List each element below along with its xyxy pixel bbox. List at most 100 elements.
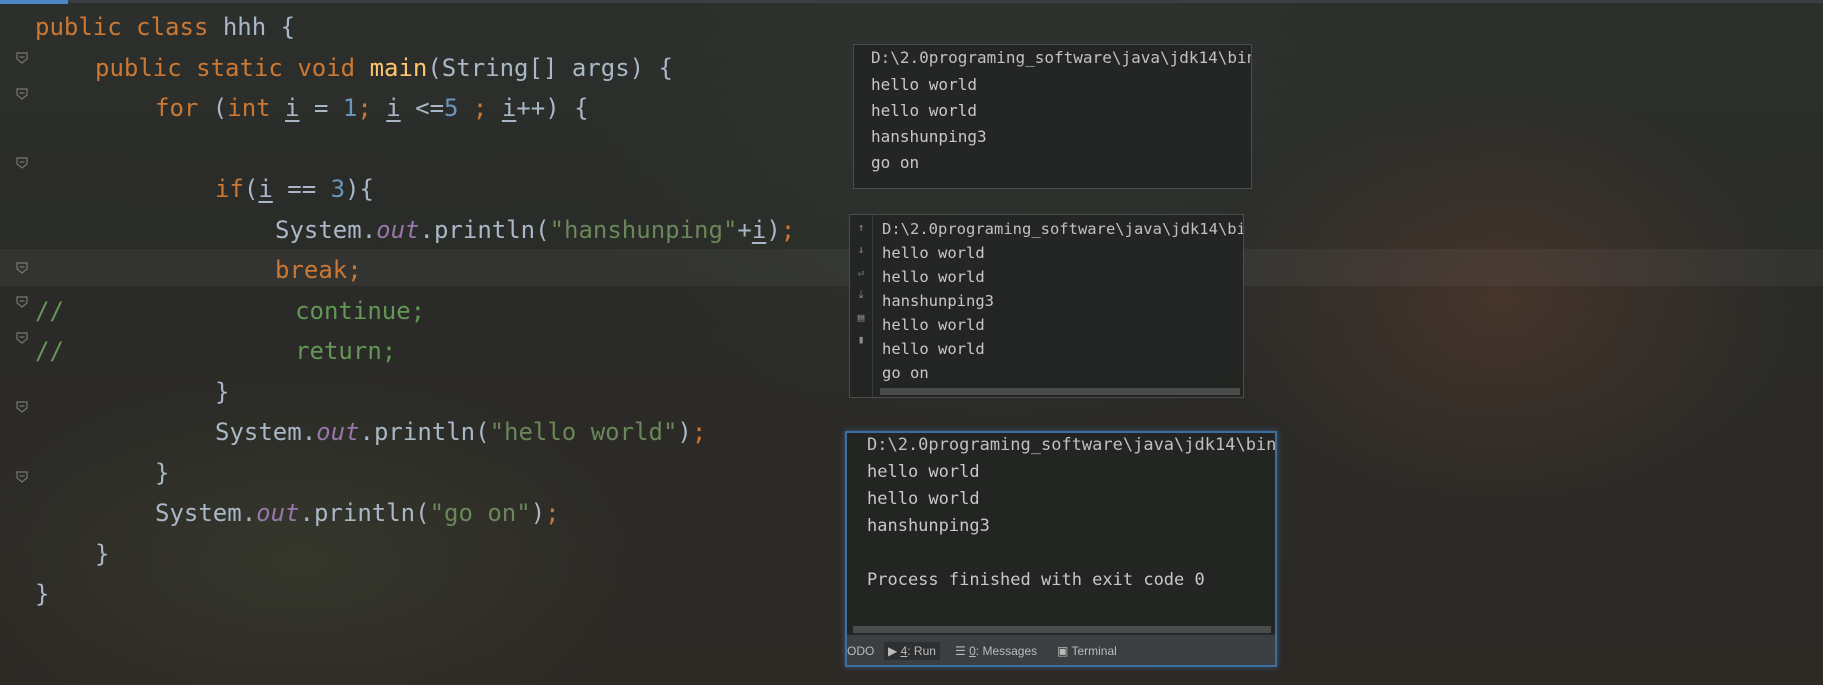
code-token: 3 <box>330 175 346 203</box>
console-path: D:\2.0programing_software\java\jdk14\bin… <box>882 220 1244 238</box>
tool-window-bar: ODO ▶ 4: Run ☰ 0: Messages ▣ Terminal <box>847 634 1275 665</box>
terminal-icon: ▣ <box>1057 644 1072 658</box>
code-line[interactable]: System.out.println("go on"); <box>155 495 560 531</box>
code-token: void <box>297 53 370 82</box>
fold-icon[interactable] <box>14 86 30 102</box>
console-line: hello world <box>882 244 985 262</box>
console-line: hello world <box>882 268 985 286</box>
code-token: main <box>369 53 428 82</box>
console-line: hanshunping3 <box>871 127 987 146</box>
code-token: 5 <box>444 94 459 122</box>
code-token: ; <box>691 418 707 446</box>
console-line: hello world <box>867 489 980 509</box>
code-token: // continue; <box>35 296 426 325</box>
code-token: + <box>737 215 752 244</box>
code-line[interactable]: public static void main(String[] args) { <box>95 50 673 86</box>
tab-messages[interactable]: ☰ 0: Messages <box>955 642 1037 660</box>
tab-run-label: : Run <box>907 644 936 658</box>
code-line[interactable]: break; <box>275 252 362 288</box>
print-icon[interactable]: ▤ <box>854 311 868 325</box>
fold-icon[interactable] <box>14 50 30 66</box>
console-line: hello world <box>867 462 980 482</box>
code-token: .println( <box>359 418 490 446</box>
code-token: .println( <box>419 215 550 244</box>
code-token: ; <box>357 94 387 122</box>
code-token: ) <box>677 418 692 446</box>
code-line[interactable]: public class hhh { <box>35 9 295 45</box>
code-token: // return; <box>35 337 397 365</box>
console-output-return: D:\2.0programing_software\java\jdk14\bin… <box>845 431 1277 667</box>
messages-icon: ☰ <box>955 644 970 658</box>
console-line: hanshunping3 <box>882 292 994 310</box>
scroll-up-icon[interactable]: ↑ <box>854 221 868 235</box>
code-line[interactable]: for (int i = 1; i <=5 ; i++) { <box>155 90 589 126</box>
code-token: (String[] args) { <box>427 53 673 82</box>
code-token: ; <box>458 94 502 122</box>
code-token: ; <box>780 215 796 244</box>
code-token: if <box>215 175 244 203</box>
tab-messages-label: : Messages <box>975 644 1038 658</box>
tab-run[interactable]: ▶ 4: Run <box>884 642 940 660</box>
fold-icon[interactable] <box>14 330 30 346</box>
console-path: D:\2.0programing_software\java\jdk14\bin <box>871 48 1252 67</box>
code-line[interactable]: // return; <box>35 333 396 369</box>
code-token: 1 <box>342 94 358 122</box>
code-token: System. <box>275 215 377 244</box>
fold-icon[interactable] <box>14 260 30 276</box>
tab-messages-number: 0 <box>969 644 976 658</box>
code-line[interactable]: // continue; <box>35 293 425 329</box>
code-token: = <box>299 94 343 122</box>
code-token: i <box>386 94 401 122</box>
code-line[interactable]: System.out.println("hanshunping"+i); <box>275 212 795 248</box>
console-line: hello world <box>882 340 985 358</box>
code-token: out <box>376 215 420 244</box>
code-line[interactable]: } <box>155 455 169 491</box>
code-line[interactable]: } <box>35 576 49 612</box>
run-icon: ▶ <box>888 644 901 658</box>
code-token: "go on" <box>429 499 531 527</box>
code-token: out <box>316 418 360 446</box>
code-token: ) <box>530 499 546 527</box>
scroll-to-end-icon[interactable]: ⤓ <box>854 288 868 302</box>
tab-todo[interactable]: ODO <box>847 642 874 660</box>
fold-icon[interactable] <box>14 399 30 415</box>
code-token: == <box>272 175 331 203</box>
code-token: i <box>258 175 273 203</box>
code-token: ) <box>766 215 781 244</box>
code-token: ( <box>212 94 228 122</box>
tab-terminal[interactable]: ▣ Terminal <box>1057 642 1117 660</box>
code-token: i <box>285 94 300 122</box>
tab-terminal-label: Terminal <box>1071 644 1117 658</box>
fold-icon[interactable] <box>14 155 30 171</box>
code-token: for <box>155 94 213 122</box>
code-token: ++) { <box>516 94 589 122</box>
code-token: ; <box>545 499 560 527</box>
horizontal-scrollbar[interactable] <box>853 626 1271 633</box>
code-line[interactable]: } <box>215 374 229 410</box>
console-output-continue: ↑ ↓ ⏎ ⤓ ▤ ▮ D:\2.0programing_software\ja… <box>849 214 1244 398</box>
horizontal-scrollbar[interactable] <box>880 388 1240 395</box>
scroll-down-icon[interactable]: ↓ <box>854 243 868 257</box>
code-token: public <box>35 13 137 41</box>
soft-wrap-icon[interactable]: ⏎ <box>854 267 868 281</box>
console-toolbar: ↑ ↓ ⏎ ⤓ ▤ ▮ <box>850 215 873 397</box>
fold-icon[interactable] <box>14 294 30 310</box>
code-token: } <box>155 458 170 487</box>
console-line: go on <box>882 364 929 382</box>
code-token: ){ <box>345 175 374 203</box>
code-token: static <box>196 53 298 82</box>
code-line[interactable]: System.out.println("hello world"); <box>215 414 706 450</box>
console-line: hello world <box>871 75 977 94</box>
console-line: go on <box>871 153 920 172</box>
console-line: hello world <box>871 101 977 120</box>
console-line: hello world <box>882 316 985 334</box>
console-path: D:\2.0programing_software\java\jdk14\bin <box>867 435 1277 455</box>
code-token: class <box>136 13 223 41</box>
code-token: i <box>501 94 517 122</box>
code-line[interactable]: if(i == 3){ <box>215 171 374 207</box>
fold-icon[interactable] <box>14 469 30 485</box>
code-token: out <box>256 499 300 527</box>
console-line: hanshunping3 <box>867 516 990 536</box>
code-line[interactable]: } <box>95 536 109 572</box>
trash-icon[interactable]: ▮ <box>854 333 868 347</box>
